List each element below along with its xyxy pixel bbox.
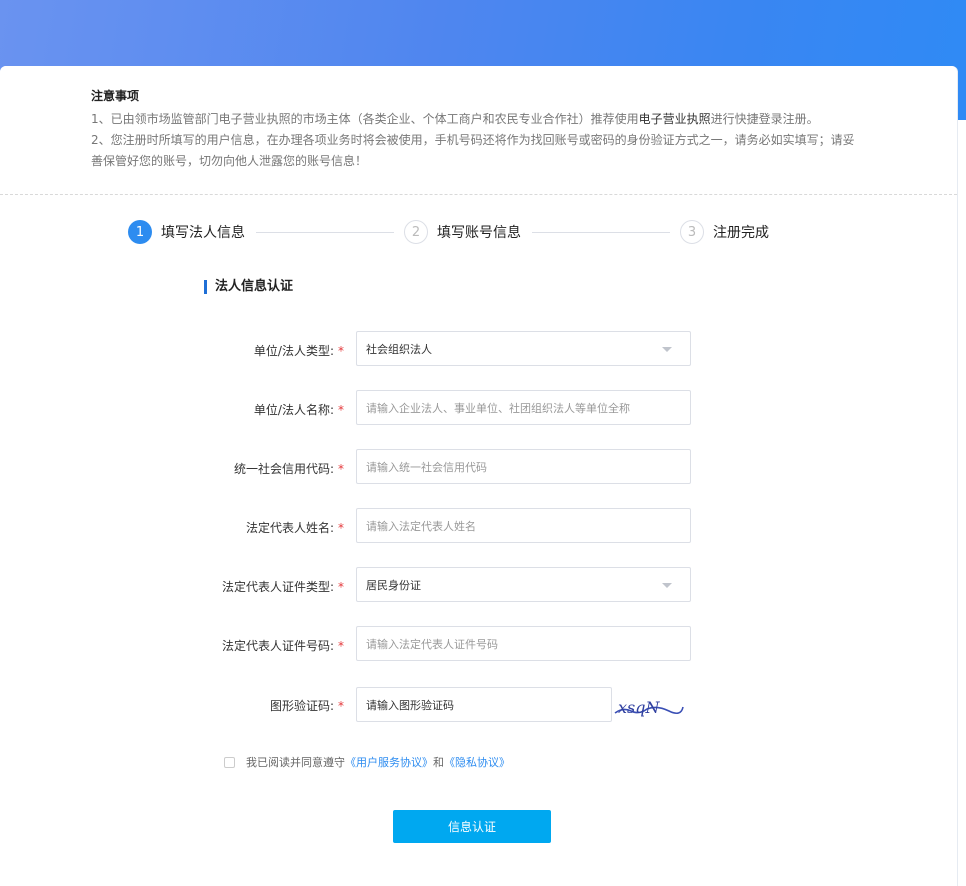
agreement-checkbox[interactable] [224, 756, 235, 768]
rep-name-label-text: 法定代表人姓名: [245, 521, 334, 535]
credit-code-placeholder: 请输入统一社会信用代码 [366, 460, 487, 474]
captcha-text: xsqN [618, 698, 660, 717]
unit-name-label-text: 单位/法人名称: [253, 403, 334, 417]
required-mark: * [338, 639, 344, 653]
agreement-and: 和 [433, 756, 444, 769]
captcha-label-text: 图形验证码: [269, 699, 334, 713]
notice-title: 注意事项 [91, 89, 140, 103]
notice-panel: 注意事项 1、已由领市场监管部门电子营业执照的市场主体（各类企业、个体工商户和农… [0, 66, 957, 195]
unit-type-value: 社会组织法人 [366, 342, 432, 356]
id-number-placeholder: 请输入法定代表人证件号码 [366, 637, 498, 651]
privacy-agreement-link[interactable]: 《隐私协议》 [444, 754, 510, 770]
required-mark: * [338, 403, 344, 417]
unit-name-placeholder: 请输入企业法人、事业单位、社团组织法人等单位全称 [366, 401, 630, 415]
id-number-input[interactable]: 请输入法定代表人证件号码 [356, 626, 691, 661]
rep-name-placeholder: 请输入法定代表人姓名 [366, 519, 476, 533]
id-type-value: 居民身份证 [366, 578, 421, 592]
id-number-label-text: 法定代表人证件号码: [221, 639, 334, 653]
id-number-label: 法定代表人证件号码: * [222, 637, 344, 654]
step-connector-2 [532, 232, 670, 233]
credit-code-label: 统一社会信用代码: * [234, 460, 344, 477]
id-type-select[interactable]: 居民身份证 [356, 567, 691, 602]
captcha-image[interactable]: xsqN [613, 691, 685, 721]
notice-highlight: 电子营业执照 [638, 112, 711, 126]
unit-type-label: 单位/法人类型: * [254, 342, 344, 359]
agreement-row: 我已阅读并同意遵守 《用户服务协议》 和 《隐私协议》 [224, 754, 510, 770]
user-service-agreement-link[interactable]: 《用户服务协议》 [345, 754, 433, 770]
captcha-placeholder: 请输入图形验证码 [366, 698, 454, 712]
id-type-label: 法定代表人证件类型: * [222, 578, 344, 595]
step-1-label: 填写法人信息 [161, 225, 245, 241]
unit-type-select[interactable]: 社会组织法人 [356, 331, 691, 366]
notice-line-1-prefix: 1、已由领市场监管部门电子营业执照的市场主体（各类企业、个体工商户和农民专业合作… [91, 112, 639, 126]
step-2: 2 填写账号信息 [404, 219, 521, 245]
step-3: 3 注册完成 [680, 219, 769, 245]
required-mark: * [338, 462, 344, 476]
step-3-label: 注册完成 [713, 225, 769, 241]
info-verify-button[interactable]: 信息认证 [393, 810, 551, 843]
step-1-number: 1 [128, 220, 152, 244]
chevron-down-icon [662, 583, 672, 588]
notice-line-1-suffix: 进行快捷登录注册。 [710, 112, 819, 126]
credit-code-label-text: 统一社会信用代码: [233, 462, 334, 476]
notice-line-1: 1、已由领市场监管部门电子营业执照的市场主体（各类企业、个体工商户和农民专业合作… [91, 109, 871, 130]
required-mark: * [338, 344, 344, 358]
chevron-down-icon [662, 347, 672, 352]
step-2-number: 2 [404, 220, 428, 244]
step-1: 1 填写法人信息 [128, 219, 245, 245]
step-3-number: 3 [680, 220, 704, 244]
rep-name-input[interactable]: 请输入法定代表人姓名 [356, 508, 691, 543]
unit-name-input[interactable]: 请输入企业法人、事业单位、社团组织法人等单位全称 [356, 390, 691, 425]
notice-line-2: 2、您注册时所填写的用户信息，在办理各项业务时将会被使用，手机号码还将作为找回账… [91, 133, 855, 147]
step-2-label: 填写账号信息 [437, 225, 521, 241]
required-mark: * [338, 521, 344, 535]
step-connector-1 [256, 232, 394, 233]
credit-code-input[interactable]: 请输入统一社会信用代码 [356, 449, 691, 484]
unit-type-label-text: 单位/法人类型: [253, 344, 334, 358]
section-title: 法人信息认证 [204, 280, 293, 294]
notice-line-3: 善保管好您的账号，切勿向他人泄露您的账号信息！ [91, 154, 368, 168]
id-type-label-text: 法定代表人证件类型: [221, 580, 334, 594]
required-mark: * [338, 699, 344, 713]
captcha-input[interactable]: 请输入图形验证码 [356, 687, 612, 722]
required-mark: * [338, 580, 344, 594]
rep-name-label: 法定代表人姓名: * [246, 519, 344, 536]
unit-name-label: 单位/法人名称: * [254, 401, 344, 418]
captcha-label: 图形验证码: * [270, 697, 344, 714]
agreement-prefix: 我已阅读并同意遵守 [246, 756, 345, 769]
